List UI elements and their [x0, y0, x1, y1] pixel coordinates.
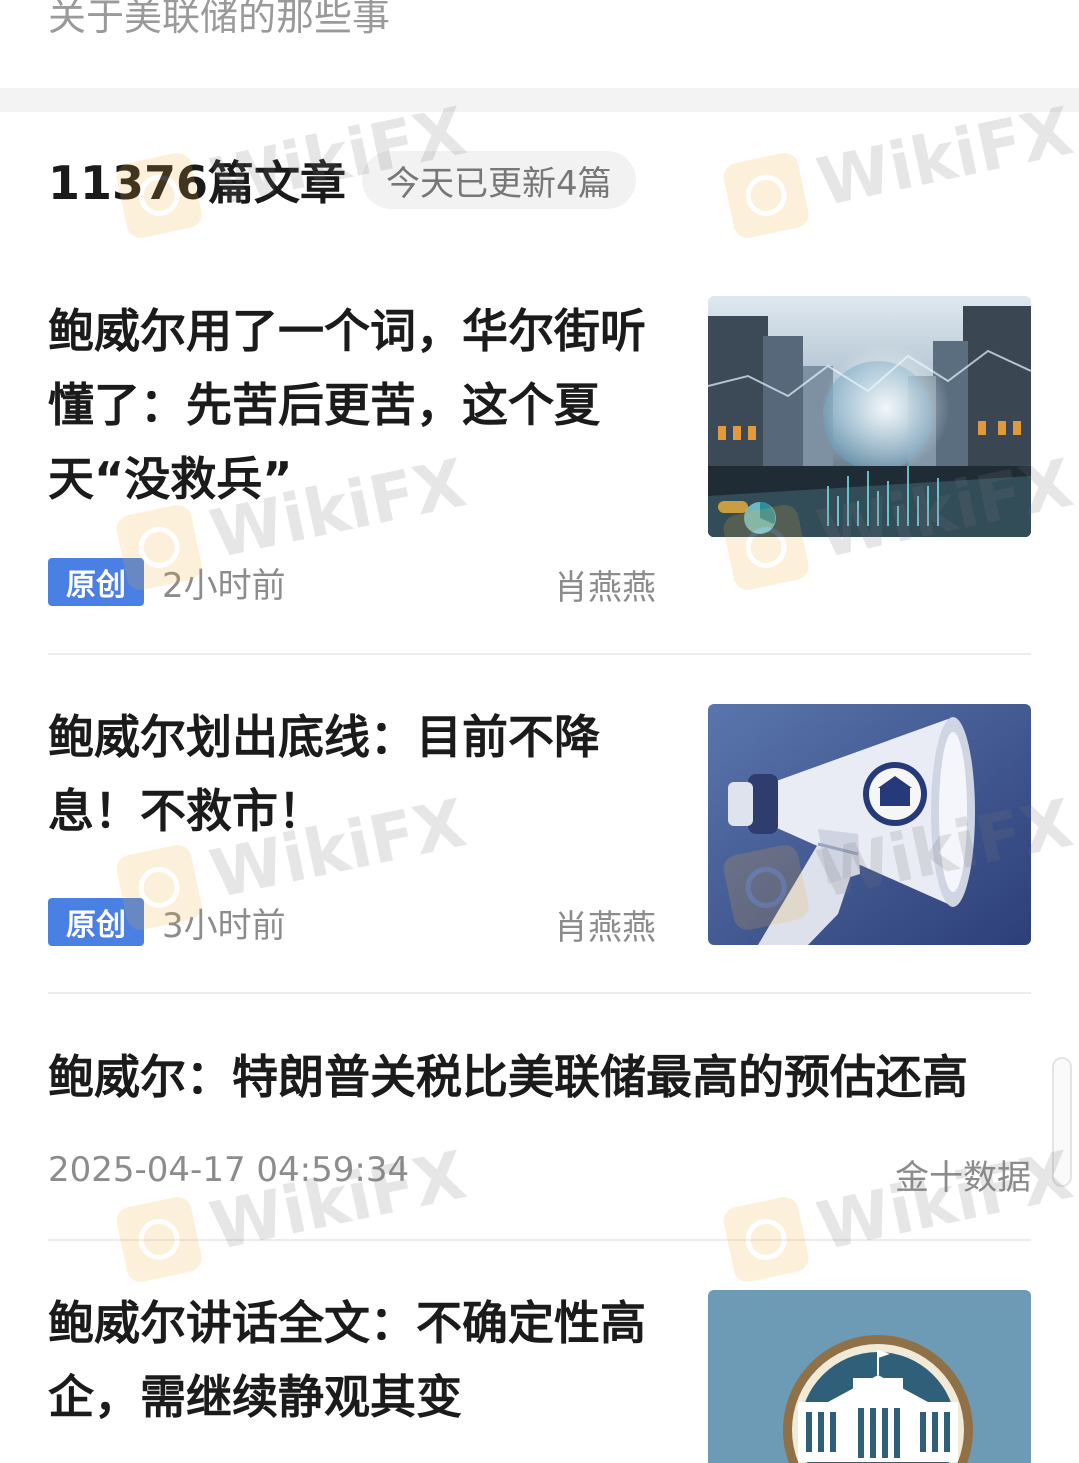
watermark: WikiFX [720, 92, 1079, 241]
category-description: 关于美联储的那些事 [48, 0, 391, 39]
megaphone-image [708, 704, 1031, 945]
article-count-row: 11376篇文章 今天已更新4篇 [48, 150, 636, 210]
watermark-logo-icon [720, 149, 812, 241]
section-gap [0, 88, 1079, 112]
article-time: 2小时前 [162, 565, 286, 606]
article-meta: 原创 3小时前 [48, 898, 286, 946]
article-author: 肖燕燕 [554, 908, 656, 948]
article-title[interactable]: 鲍威尔讲话全文：不确定性高企，需继续静观其变 [48, 1286, 648, 1434]
article-item[interactable]: 鲍威尔划出底线：目前不降息！不救市！ 原创 3小时前 肖燕燕 [48, 700, 1031, 950]
original-badge: 原创 [48, 898, 144, 946]
today-update-pill: 今天已更新4篇 [362, 151, 636, 209]
article-thumbnail[interactable] [708, 296, 1031, 537]
original-badge: 原创 [48, 558, 144, 606]
article-count: 11376篇文章 [48, 156, 347, 210]
scrollbar[interactable] [1052, 1057, 1072, 1187]
wall-street-image [708, 296, 1031, 537]
article-source: 金十数据 [895, 1158, 1031, 1198]
article-title[interactable]: 鲍威尔划出底线：目前不降息！不救市！ [48, 700, 648, 848]
article-item[interactable]: 鲍威尔讲话全文：不确定性高企，需继续静观其变 [48, 1286, 1031, 1463]
article-divider [48, 992, 1031, 994]
article-title[interactable]: 鲍威尔：特朗普关税比美联储最高的预估还高 [48, 1040, 1031, 1114]
article-title[interactable]: 鲍威尔用了一个词，华尔街听懂了：先苦后更苦，这个夏天“没救兵” [48, 294, 648, 516]
article-thumbnail[interactable] [708, 704, 1031, 945]
article-item[interactable]: 鲍威尔：特朗普关税比美联储最高的预估还高 2025-04-17 04:59:34… [48, 1040, 1031, 1200]
article-time: 3小时前 [162, 905, 286, 946]
article-thumbnail[interactable] [708, 1290, 1031, 1463]
article-meta: 原创 2小时前 [48, 558, 286, 606]
article-time: 2025-04-17 04:59:34 [48, 1150, 410, 1190]
federal-reserve-image [708, 1290, 1031, 1463]
article-author: 肖燕燕 [554, 568, 656, 608]
article-divider [48, 653, 1031, 655]
article-divider [48, 1239, 1031, 1241]
article-item[interactable]: 鲍威尔用了一个词，华尔街听懂了：先苦后更苦，这个夏天“没救兵” 原创 2小时前 … [48, 290, 1031, 610]
